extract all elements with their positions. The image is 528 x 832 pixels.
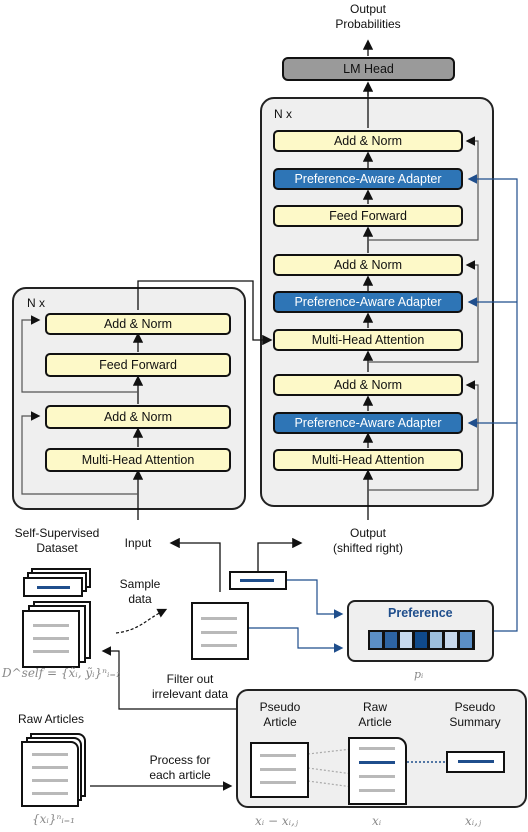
encoder-add-norm-2: Add & Norm	[45, 313, 231, 335]
decoder-add-norm-1: Add & Norm	[273, 374, 463, 396]
raw-articles-formula: {xᵢ}ⁿᵢ₌₁	[32, 812, 75, 826]
decoder-self-attention: Multi-Head Attention	[273, 449, 463, 471]
preference-symbol: pᵢ	[414, 668, 424, 681]
raw-articles-title: Raw Articles	[17, 712, 85, 726]
preference-cell	[414, 631, 428, 649]
decoder-repeat-label: N x	[274, 107, 292, 121]
pseudo-article-formula: xᵢ − xᵢ,ⱼ	[255, 814, 299, 828]
sample-data-label: Sample data	[119, 577, 161, 606]
preference-cell	[369, 631, 383, 649]
output-shifted-label: Output (shifted right)	[332, 526, 404, 555]
raw-article-icon	[348, 737, 407, 805]
sampled-article-icon	[191, 602, 249, 660]
output-probabilities-label: Output Probabilities	[335, 2, 401, 31]
process-label: Process for each article	[149, 753, 211, 782]
encoder-feed-forward: Feed Forward	[45, 353, 231, 377]
decoder-feed-forward: Feed Forward	[273, 205, 463, 227]
lm-head-block: LM Head	[282, 57, 455, 81]
encoder-self-attention: Multi-Head Attention	[45, 448, 231, 472]
decoder-cross-attention: Multi-Head Attention	[273, 329, 463, 351]
decoder-add-norm-2: Add & Norm	[273, 254, 463, 276]
raw-article-formula: xᵢ	[372, 814, 382, 828]
encoder-repeat-label: N x	[27, 296, 45, 310]
decoder-adapter-1: Preference-Aware Adapter	[273, 412, 463, 434]
pseudo-article-icon	[250, 742, 309, 798]
decoder-adapter-2: Preference-Aware Adapter	[273, 291, 463, 313]
filter-label: Filter out irrelevant data	[151, 672, 229, 701]
dataset-title: Self-Supervised Dataset	[14, 526, 100, 555]
encoder-add-norm-1: Add & Norm	[45, 405, 231, 429]
raw-articles-icon	[21, 741, 79, 807]
preference-cell	[429, 631, 443, 649]
preference-cell	[399, 631, 413, 649]
preference-cell	[459, 631, 473, 649]
pseudo-summary-formula: xᵢ,ⱼ	[465, 814, 482, 828]
pseudo-article-title: Pseudo Article	[259, 700, 301, 729]
preference-cell	[384, 631, 398, 649]
preference-title: Preference	[388, 606, 453, 620]
input-label: Input	[124, 536, 152, 550]
article-doc-icon	[22, 610, 80, 668]
preference-cell	[444, 631, 458, 649]
summary-doc-icon	[23, 577, 83, 597]
dataset-formula: D^self = {x̃ᵢ, ỹᵢ}ⁿᵢ₌₁	[2, 666, 121, 680]
sampled-summary-icon	[229, 571, 287, 590]
pseudo-summary-icon	[446, 751, 505, 773]
decoder-adapter-3: Preference-Aware Adapter	[273, 168, 463, 190]
raw-article-title: Raw Article	[358, 700, 392, 729]
pseudo-summary-title: Pseudo Summary	[449, 700, 501, 729]
preference-vector	[368, 630, 475, 650]
decoder-add-norm-3: Add & Norm	[273, 130, 463, 152]
